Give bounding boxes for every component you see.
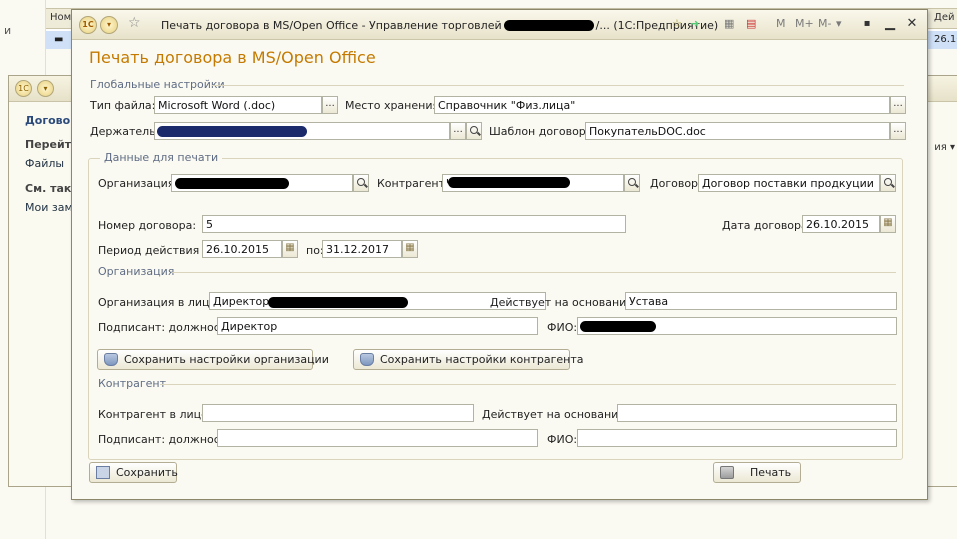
dialog-titlebar: 1С ▾ ☆ Печать договора в MS/Open Office … xyxy=(72,10,927,40)
print-button[interactable]: Печать xyxy=(713,462,801,483)
period-to-field[interactable]: 31.12.2017 xyxy=(322,240,402,258)
org-basis-field[interactable]: Устава xyxy=(625,292,897,310)
favorites-add-icon[interactable]: ☆ xyxy=(672,17,682,30)
contract-date-calendar-icon[interactable]: ▦ xyxy=(880,215,896,233)
file-type-label: Тип файла: xyxy=(90,99,156,112)
cp-basis-label: Действует на основании: xyxy=(482,408,630,421)
close-icon[interactable]: ✕ xyxy=(902,14,922,34)
calculator-icon[interactable]: ▦ xyxy=(724,17,734,30)
database-settings-icon xyxy=(104,353,118,366)
period-to-label: по: xyxy=(306,244,324,257)
period-to-calendar-icon[interactable]: ▦ xyxy=(402,240,418,258)
organization-search-icon[interactable] xyxy=(353,174,369,192)
memory-minus-button[interactable]: M- xyxy=(818,17,831,30)
memory-button[interactable]: M xyxy=(776,17,786,30)
org-position-label: Подписант: должность: xyxy=(98,321,237,334)
row-date: 26.10 xyxy=(934,34,957,45)
go-forward-icon[interactable]: ➜ xyxy=(690,17,699,30)
holder-select-button[interactable]: ... xyxy=(450,122,466,140)
contract-number-label: Номер договора: xyxy=(98,219,197,232)
contract-field[interactable]: Договор поставки продкуции xyxy=(698,174,880,192)
button-label: Сохранить настройки организации xyxy=(124,353,329,366)
dialog-header: Печать договора в MS/Open Office xyxy=(89,48,376,67)
print-contract-dialog: 1С ▾ ☆ Печать договора в MS/Open Office … xyxy=(71,9,928,500)
redaction xyxy=(175,178,289,189)
favorite-star-icon[interactable]: ☆ xyxy=(128,15,141,31)
period-from-field[interactable]: 26.10.2015 xyxy=(202,240,282,258)
redaction xyxy=(157,126,307,137)
dialog-window-title: Печать договора в MS/Open Office - Управ… xyxy=(161,19,719,32)
section-counterparty: Контрагент xyxy=(98,377,167,390)
minimize-icon[interactable]: ▁ xyxy=(880,14,900,34)
storage-select-button[interactable]: ... xyxy=(890,96,906,114)
section-organization: Организация xyxy=(98,265,175,278)
actions-menu[interactable]: ия ▾ xyxy=(934,142,955,153)
calendar-icon[interactable]: ▤ xyxy=(746,17,756,30)
file-type-field[interactable]: Microsoft Word (.doc) xyxy=(154,96,322,114)
org-person-label: Организация в лице: xyxy=(98,296,220,309)
button-label: Сохранить настройки контрагента xyxy=(380,353,584,366)
cp-fio-label: ФИО: xyxy=(547,433,578,446)
org-fio-label: ФИО: xyxy=(547,321,578,334)
storage-label: Место хранения: xyxy=(345,99,443,112)
storage-field[interactable]: Справочник "Физ.лица" xyxy=(434,96,890,114)
holder-label: Держатель: xyxy=(90,125,160,138)
section-print-data: Данные для печати xyxy=(100,151,223,164)
cp-position-label: Подписант: должность: xyxy=(98,433,237,446)
section-global-settings: Глобальные настройки xyxy=(90,78,225,91)
divider xyxy=(212,85,904,86)
divider xyxy=(160,384,896,385)
period-from-calendar-icon[interactable]: ▦ xyxy=(282,240,298,258)
period-from-label: Период действия с: xyxy=(98,244,213,257)
redaction xyxy=(580,321,656,332)
contract-date-field[interactable]: 26.10.2015 xyxy=(802,215,880,233)
row-marker-icon: ▬ xyxy=(54,34,64,45)
org-position-field[interactable]: Директор xyxy=(217,317,538,335)
file-type-select-button[interactable]: ... xyxy=(322,96,338,114)
app-logo-icon[interactable]: 1С xyxy=(15,80,32,97)
cp-basis-field[interactable] xyxy=(617,404,897,422)
app-logo-icon[interactable]: 1С xyxy=(79,16,97,34)
template-select-button[interactable]: ... xyxy=(890,122,906,140)
database-settings-icon xyxy=(360,353,374,366)
template-field[interactable]: ПокупательDOC.doc xyxy=(585,122,890,140)
template-label: Шаблон договора: xyxy=(489,125,597,138)
save-settings-icon xyxy=(96,466,110,479)
redaction xyxy=(448,177,570,188)
memory-plus-button[interactable]: M+ xyxy=(795,17,814,30)
contract-number-field[interactable]: 5 xyxy=(202,215,626,233)
counterparty-label: Контрагент: xyxy=(377,177,449,190)
divider xyxy=(172,272,896,273)
save-counterparty-settings-button[interactable]: Сохранить настройки контрагента xyxy=(353,349,584,370)
save-button[interactable]: Сохранить xyxy=(89,462,178,483)
contract-label: Договор: xyxy=(650,177,702,190)
printer-icon xyxy=(720,466,734,479)
redaction xyxy=(268,297,408,308)
contract-search-icon[interactable] xyxy=(880,174,896,192)
left-panel-text: и xyxy=(4,24,12,37)
cp-person-label: Контрагент в лице: xyxy=(98,408,212,421)
window-menu-icon[interactable]: ▾ xyxy=(37,80,54,97)
org-basis-label: Действует на основании: xyxy=(490,296,638,309)
help-icon[interactable]: ▪ xyxy=(857,14,877,34)
link-files[interactable]: Файлы xyxy=(25,157,64,170)
button-label: Печать xyxy=(750,466,792,479)
column-header-action[interactable]: Дей xyxy=(934,12,954,23)
cp-fio-field[interactable] xyxy=(577,429,897,447)
contract-date-label: Дата договора: xyxy=(722,219,812,232)
holder-search-icon[interactable] xyxy=(466,122,482,140)
column-header-number[interactable]: Ном xyxy=(50,12,71,23)
window-menu-icon[interactable]: ▾ xyxy=(100,16,118,34)
cp-position-field[interactable] xyxy=(217,429,538,447)
memory-dropdown-icon[interactable]: ▾ xyxy=(836,17,842,30)
button-label: Сохранить xyxy=(116,466,178,479)
counterparty-search-icon[interactable] xyxy=(624,174,640,192)
save-organization-settings-button[interactable]: Сохранить настройки организации xyxy=(97,349,329,370)
organization-label: Организация: xyxy=(98,177,179,190)
cp-person-field[interactable] xyxy=(202,404,474,422)
